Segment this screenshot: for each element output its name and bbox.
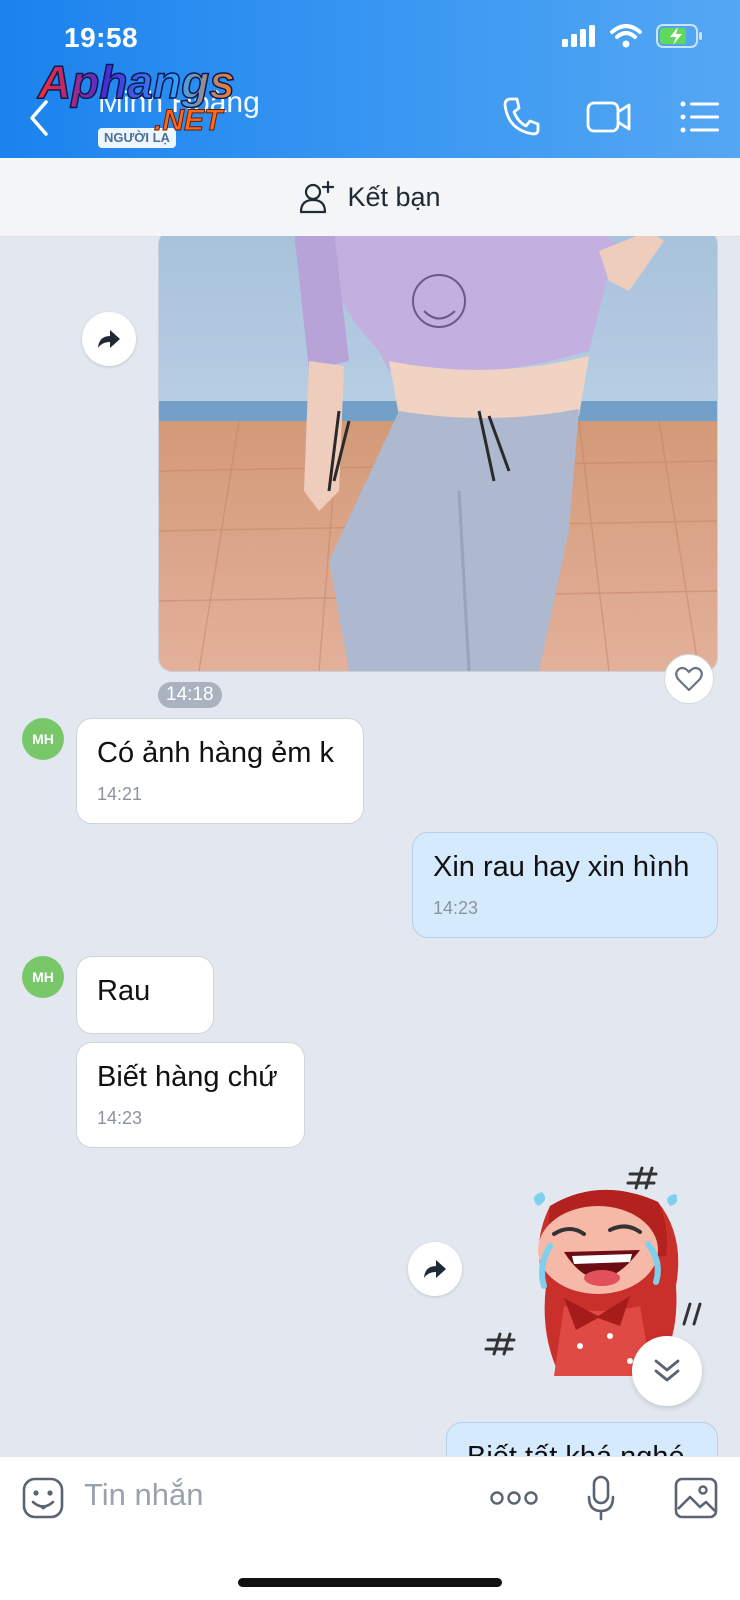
outgoing-message-partial[interactable]: Biết tất khá nghé: [446, 1422, 718, 1456]
outgoing-message[interactable]: Xin rau hay xin hình 14:23: [412, 832, 718, 938]
forward-icon: [98, 330, 120, 348]
forward-icon: [424, 1260, 446, 1278]
photo-content: [159, 236, 717, 671]
phone-call-icon[interactable]: [502, 96, 540, 136]
wifi-icon: [610, 24, 642, 48]
heart-icon: [675, 666, 703, 692]
message-time: 14:23: [97, 1108, 143, 1128]
message-text: Biết hàng chứ: [97, 1061, 278, 1093]
incoming-message[interactable]: Có ảnh hàng ẻm k 14:21: [76, 718, 364, 824]
message-list[interactable]: 14:18 MH Có ảnh hàng ẻm k 14:21 Xin rau …: [0, 236, 740, 1456]
svg-text:.NET: .NET: [154, 104, 225, 137]
watermark-logo: Aphangs .NET: [36, 56, 235, 138]
forward-sticker-button[interactable]: [408, 1242, 462, 1296]
photo-message[interactable]: [158, 236, 718, 672]
status-icons: [562, 24, 704, 48]
forward-photo-button[interactable]: [82, 312, 136, 366]
svg-text:Aphangs: Aphangs: [37, 56, 235, 108]
chat-screen: 19:58 Minh Hoàng NGƯỜI LẠ Aphangs .NET K…: [0, 0, 740, 1600]
double-chevron-down-icon: [654, 1359, 680, 1382]
add-friend-button[interactable]: Kết bạn: [0, 158, 740, 237]
microphone-icon[interactable]: [586, 1475, 616, 1521]
react-heart-button[interactable]: [664, 654, 714, 704]
video-call-icon[interactable]: [586, 100, 632, 134]
home-indicator: [238, 1578, 502, 1587]
scroll-to-bottom-button[interactable]: [632, 1336, 702, 1406]
avatar[interactable]: MH: [22, 718, 64, 760]
add-friend-label: Kết bạn: [347, 181, 441, 212]
message-text: Có ảnh hàng ẻm k: [97, 737, 334, 769]
more-options-icon[interactable]: [490, 1489, 538, 1507]
message-text: Rau: [97, 975, 151, 1007]
incoming-message[interactable]: Biết hàng chứ 14:23: [76, 1042, 305, 1148]
signal-icon: [562, 25, 595, 47]
chat-header: 19:58 Minh Hoàng NGƯỜI LẠ Aphangs .NET: [0, 0, 740, 158]
message-text: Xin rau hay xin hình: [433, 851, 690, 883]
incoming-message[interactable]: Rau: [76, 956, 214, 1034]
image-gallery-icon[interactable]: [674, 1477, 718, 1519]
message-time: 14:23: [433, 898, 479, 918]
battery-icon: [656, 24, 702, 48]
message-text: Biết tất khá nghé: [467, 1441, 697, 1456]
message-time: 14:21: [97, 784, 143, 804]
photo-timestamp: 14:18: [158, 682, 222, 708]
status-time: 19:58: [64, 22, 139, 53]
add-friend-icon: [300, 180, 335, 214]
message-input[interactable]: Tin nhắn: [84, 1477, 204, 1513]
menu-list-icon[interactable]: [680, 100, 720, 134]
sticker-emoji-icon[interactable]: [22, 1477, 64, 1519]
avatar[interactable]: MH: [22, 956, 64, 998]
